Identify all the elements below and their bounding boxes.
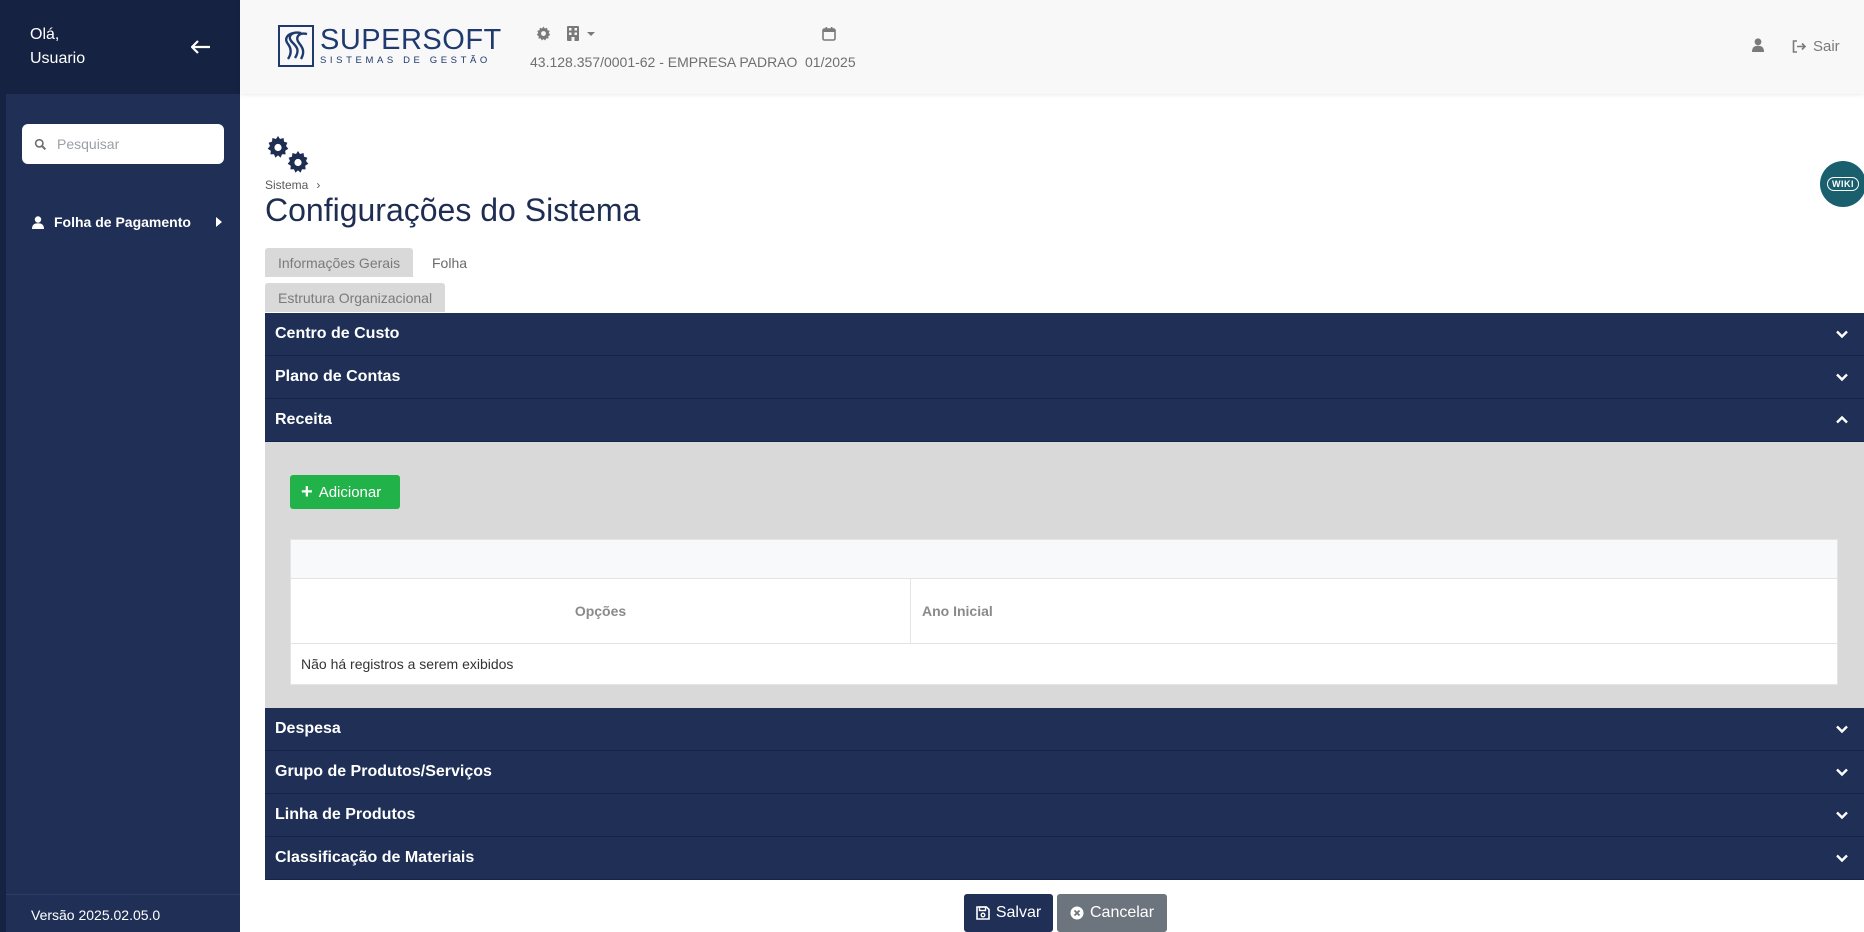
- accordion-title: Classificação de Materiais: [275, 849, 475, 866]
- accordion-plano-de-contas[interactable]: Plano de Contas: [265, 356, 1864, 399]
- logo-mark-icon: [278, 25, 314, 67]
- company-dropdown-button[interactable]: [567, 26, 595, 41]
- search-icon: [34, 138, 47, 150]
- accordion-classificacao-de-materiais[interactable]: Classificação de Materiais: [265, 837, 1864, 880]
- sidebar-search[interactable]: [22, 124, 224, 164]
- logout-icon: [1792, 40, 1807, 53]
- cancel-label: Cancelar: [1089, 904, 1155, 921]
- logo-name: SUPERSOFT: [320, 24, 502, 56]
- user-profile-icon[interactable]: [1752, 38, 1764, 52]
- sidebar-header: Olá, Usuario: [6, 0, 240, 94]
- chevron-down-icon: [1836, 373, 1848, 382]
- page-title: Configurações do Sistema: [265, 192, 641, 228]
- accordion-despesa[interactable]: Despesa: [265, 708, 1864, 751]
- breadcrumb: Sistema ›: [265, 178, 320, 192]
- logo-tagline: SISTEMAS DE GESTÃO: [320, 55, 491, 66]
- save-icon: [976, 906, 990, 920]
- column-header-opcoes: Opções: [291, 579, 911, 643]
- wiki-label: WIKI: [1827, 177, 1859, 191]
- chevron-down-icon: [1836, 768, 1848, 777]
- chevron-down-icon: [1836, 330, 1848, 339]
- table-header: Opções Ano Inicial: [291, 579, 1837, 644]
- accordion-receita[interactable]: Receita: [265, 399, 1864, 442]
- breadcrumb-sistema[interactable]: Sistema: [265, 178, 308, 192]
- main-content: Sistema › Configurações do Sistema WIKI …: [265, 94, 1864, 932]
- receita-panel: + Adicionar Opções Ano Inicial Não há re…: [265, 442, 1864, 708]
- logout-label: Sair: [1813, 38, 1840, 55]
- accordion-title: Plano de Contas: [275, 368, 401, 385]
- greeting: Olá, Usuario: [30, 23, 85, 71]
- chevron-down-icon: [587, 31, 595, 36]
- tab-informacoes-gerais[interactable]: Informações Gerais: [265, 248, 414, 277]
- tab-estrutura-organizacional[interactable]: Estrutura Organizacional: [265, 283, 446, 312]
- sidebar-item-folha-de-pagamento[interactable]: Folha de Pagamento: [32, 210, 222, 234]
- user-icon: [32, 215, 44, 229]
- caret-right-icon: [216, 217, 222, 227]
- accordion: Centro de Custo Plano de Contas Receita …: [265, 313, 1864, 880]
- building-icon: [567, 26, 579, 41]
- sidebar: Olá, Usuario Folha de Pagamento Versão 2…: [0, 0, 240, 932]
- search-input[interactable]: [57, 136, 217, 152]
- sidebar-item-label: Folha de Pagamento: [54, 214, 191, 230]
- accordion-grupo-de-produtos-servicos[interactable]: Grupo de Produtos/Serviços: [265, 751, 1864, 794]
- chevron-down-icon: [1836, 725, 1848, 734]
- cancel-button[interactable]: Cancelar: [1057, 894, 1167, 932]
- accordion-centro-de-custo[interactable]: Centro de Custo: [265, 313, 1864, 356]
- empty-message: Não há registros a serem exibidos: [301, 656, 514, 672]
- period: 01/2025: [805, 54, 856, 70]
- table-toolbar: [291, 540, 1837, 579]
- chevron-down-icon: [1836, 811, 1848, 820]
- accordion-linha-de-produtos[interactable]: Linha de Produtos: [265, 794, 1864, 837]
- save-button[interactable]: Salvar: [964, 894, 1053, 932]
- calendar-icon[interactable]: [822, 27, 836, 41]
- accordion-title: Centro de Custo: [275, 325, 400, 342]
- column-header-ano-inicial[interactable]: Ano Inicial: [911, 579, 1837, 643]
- greeting-username: Usuario: [30, 50, 86, 67]
- greeting-hello: Olá,: [30, 26, 60, 43]
- supersoft-logo[interactable]: SUPERSOFT SISTEMAS DE GESTÃO: [278, 25, 502, 67]
- form-actions: Salvar Cancelar: [964, 894, 1167, 932]
- add-button[interactable]: + Adicionar: [290, 475, 400, 509]
- gear-icon[interactable]: [536, 26, 551, 41]
- chevron-up-icon: [1836, 415, 1848, 424]
- top-bar: SUPERSOFT SISTEMAS DE GESTÃO 43.128.357/…: [240, 0, 1864, 94]
- close-circle-icon: [1070, 906, 1084, 920]
- plus-icon: +: [301, 481, 313, 503]
- tab-folha[interactable]: Folha: [419, 248, 480, 277]
- logout-button[interactable]: Sair: [1792, 38, 1840, 55]
- receita-table: Opções Ano Inicial Não há registros a se…: [290, 539, 1838, 685]
- chevron-right-icon: ›: [316, 178, 321, 192]
- company-name: 43.128.357/0001-62 - EMPRESA PADRAO: [530, 54, 798, 70]
- gears-icon: [267, 136, 309, 173]
- app-version: Versão 2025.02.05.0: [6, 894, 240, 932]
- header-icons: [536, 26, 595, 41]
- collapse-sidebar-button[interactable]: [186, 33, 216, 61]
- accordion-title: Grupo de Produtos/Serviços: [275, 763, 492, 780]
- arrow-left-icon: [190, 40, 210, 54]
- save-label: Salvar: [995, 904, 1042, 921]
- wiki-button[interactable]: WIKI: [1820, 161, 1864, 207]
- accordion-title: Linha de Produtos: [275, 806, 416, 823]
- accordion-title: Receita: [275, 411, 332, 428]
- accordion-title: Despesa: [275, 720, 341, 737]
- logo-text: SUPERSOFT SISTEMAS DE GESTÃO: [320, 25, 502, 67]
- chevron-down-icon: [1836, 854, 1848, 863]
- add-label: Adicionar: [318, 483, 382, 501]
